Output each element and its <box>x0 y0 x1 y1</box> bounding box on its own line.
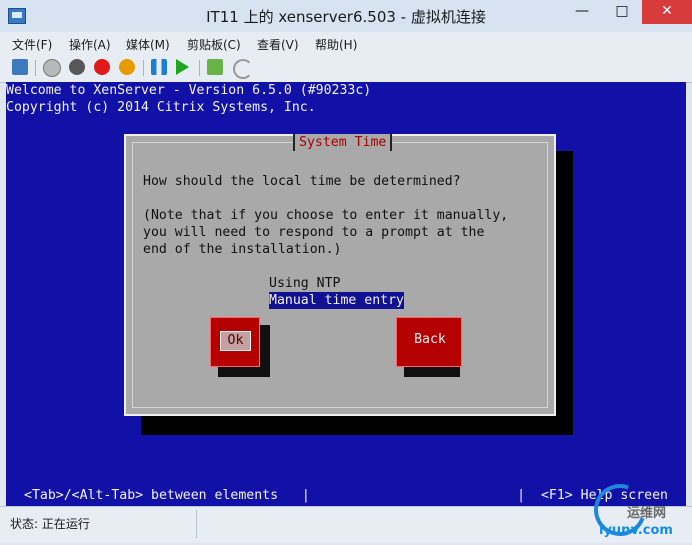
connect-icon[interactable] <box>12 59 28 75</box>
back-button-label: Back <box>414 332 446 347</box>
maximize-button[interactable]: □ <box>604 0 640 24</box>
menu-file[interactable]: 文件(F) <box>12 36 52 53</box>
dialog-note-line-1: (Note that if you choose to enter it man… <box>143 208 509 223</box>
dialog-note-line-2: you will need to respond to a prompt at … <box>143 225 485 240</box>
menu-clipboard[interactable]: 剪贴板(C) <box>187 36 241 53</box>
toolbar-separator <box>35 60 36 76</box>
toolbar-separator <box>199 60 200 76</box>
watermark-title: 运维网 <box>627 506 667 521</box>
power-icon[interactable] <box>119 59 135 75</box>
ok-button-wrapper: Ok <box>210 317 270 377</box>
back-button-wrapper: Back <box>396 317 462 377</box>
ok-button-label: Ok <box>220 331 251 351</box>
site-watermark: 运维网 iyunv.com <box>572 475 692 545</box>
time-option-manual[interactable]: Manual time entry <box>269 292 404 309</box>
pause-icon[interactable] <box>151 59 167 75</box>
dialog-title: System Time <box>293 134 393 151</box>
dialog-border: System Time How should the local time be… <box>132 134 548 408</box>
welcome-line: Welcome to XenServer - Version 6.5.0 (#9… <box>6 83 372 98</box>
back-button[interactable]: Back <box>396 317 462 367</box>
dialog-question: How should the local time be determined? <box>143 174 461 189</box>
copyright-line: Copyright (c) 2014 Citrix Systems, Inc. <box>6 100 316 115</box>
menu-action[interactable]: 操作(A) <box>69 36 111 53</box>
menu-bar: 文件(F) 操作(A) 媒体(M) 剪贴板(C) 查看(V) 帮助(H) <box>0 32 692 54</box>
resume-icon[interactable] <box>176 59 189 75</box>
watermark-domain: iyunv.com <box>599 523 673 538</box>
dialog-note-line-3: end of the installation.) <box>143 242 342 257</box>
status-divider <box>196 510 197 538</box>
ok-button[interactable]: Ok <box>210 317 260 367</box>
minimize-button[interactable]: — <box>564 0 600 24</box>
time-option-ntp[interactable]: Using NTP <box>269 275 340 292</box>
vm-console[interactable]: Welcome to XenServer - Version 6.5.0 (#9… <box>6 82 686 506</box>
reset-icon[interactable] <box>94 59 110 75</box>
stop-icon[interactable] <box>69 59 85 75</box>
menu-view[interactable]: 查看(V) <box>257 36 299 53</box>
menu-media[interactable]: 媒体(M) <box>126 36 170 53</box>
console-help-left: <Tab>/<Alt-Tab> between elements | <box>24 488 310 503</box>
system-time-dialog: System Time How should the local time be… <box>124 134 556 416</box>
close-button[interactable]: ✕ <box>642 0 692 24</box>
revert-icon[interactable] <box>233 59 253 79</box>
toolbar <box>0 54 692 83</box>
snapshot-icon[interactable] <box>207 59 223 75</box>
window-titlebar: IT11 上的 xenserver6.503 - 虚拟机连接 — □ ✕ <box>0 0 692 33</box>
vm-status-text: 状态: 正在运行 <box>10 517 90 531</box>
start-icon[interactable] <box>43 59 61 77</box>
menu-help[interactable]: 帮助(H) <box>315 36 357 53</box>
toolbar-separator <box>143 60 144 76</box>
